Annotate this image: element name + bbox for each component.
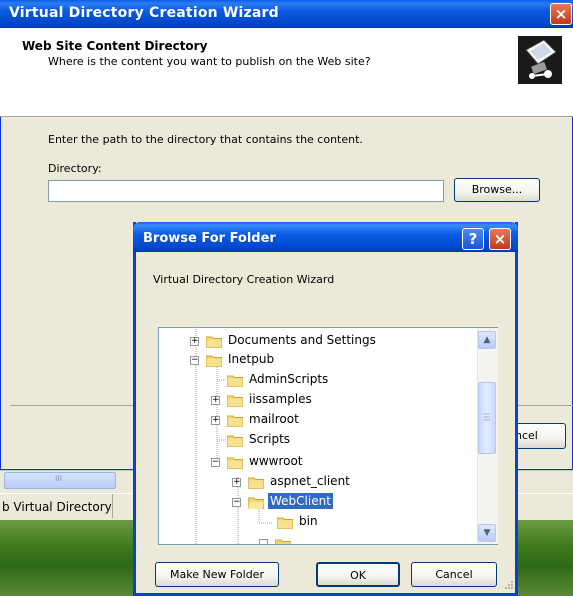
tree-node-partial <box>259 537 319 544</box>
expand-icon[interactable]: + <box>232 478 241 487</box>
instruction-text: Enter the path to the directory that con… <box>48 133 363 146</box>
tree-node-label-selected: WebClient <box>268 493 333 509</box>
cancel-button[interactable]: Cancel <box>411 562 497 587</box>
folder-icon <box>227 395 243 407</box>
folder-icon <box>227 375 243 387</box>
browse-button[interactable]: Browse... <box>454 178 540 202</box>
folder-icon <box>227 457 243 469</box>
tree-node-label: bin <box>299 514 318 528</box>
folder-icon <box>277 517 293 529</box>
expand-icon <box>259 539 268 544</box>
browse-description: Virtual Directory Creation Wizard <box>153 273 335 286</box>
expand-icon[interactable]: + <box>211 416 220 425</box>
tree-node-label: iissamples <box>249 392 312 406</box>
tree-node-label: mailroot <box>249 412 299 426</box>
folder-icon <box>206 355 222 367</box>
browse-dialog-title: Browse For Folder <box>143 231 276 246</box>
tree-scroll-thumb[interactable] <box>478 382 496 454</box>
tree-node-label: aspnet_client <box>270 474 350 488</box>
collapse-icon[interactable]: − <box>232 498 241 507</box>
collapse-icon[interactable]: − <box>190 356 199 365</box>
browse-close-button[interactable]: × <box>489 228 511 250</box>
scroll-grip-icon <box>484 413 490 421</box>
tree-node-label: Scripts <box>249 432 291 446</box>
horizontal-scroll-thumb[interactable]: III <box>4 472 116 489</box>
folder-icon <box>227 435 243 447</box>
tree-node-label: AdminScripts <box>249 372 329 386</box>
wizard-close-button[interactable]: × <box>550 3 572 25</box>
scroll-up-arrow-icon[interactable]: ▲ <box>478 331 496 349</box>
expand-icon[interactable]: + <box>211 396 220 405</box>
tree-node-label: Documents and Settings <box>228 333 376 347</box>
directory-label: Directory: <box>48 162 102 175</box>
scroll-grip: III <box>55 474 63 483</box>
tree-node-label: Inetpub <box>228 352 275 366</box>
make-new-folder-button[interactable]: Make New Folder <box>155 562 279 587</box>
expand-icon[interactable]: + <box>190 337 199 346</box>
folder-icon <box>206 336 222 348</box>
help-button[interactable]: ? <box>462 228 484 250</box>
taskbar-item[interactable]: b Virtual Directory <box>0 494 113 518</box>
header-subtitle: Where is the content you want to publish… <box>48 55 371 68</box>
resize-grip-icon[interactable] <box>504 580 514 590</box>
folder-icon <box>227 415 243 427</box>
scroll-down-arrow-icon[interactable]: ▼ <box>478 524 496 542</box>
ok-button[interactable]: OK <box>316 562 400 587</box>
folder-icon <box>248 477 264 489</box>
folder-icon <box>275 539 291 544</box>
wizard-network-icon <box>518 36 562 84</box>
collapse-icon[interactable]: − <box>211 458 220 467</box>
directory-input[interactable] <box>48 180 444 202</box>
tree-node-label: wwwroot <box>249 454 303 468</box>
taskbar-item-label: b Virtual Directory <box>2 500 112 514</box>
wizard-title: Virtual Directory Creation Wizard <box>9 5 279 21</box>
folder-open-icon <box>248 497 264 509</box>
header-title: Web Site Content Directory <box>22 39 208 53</box>
